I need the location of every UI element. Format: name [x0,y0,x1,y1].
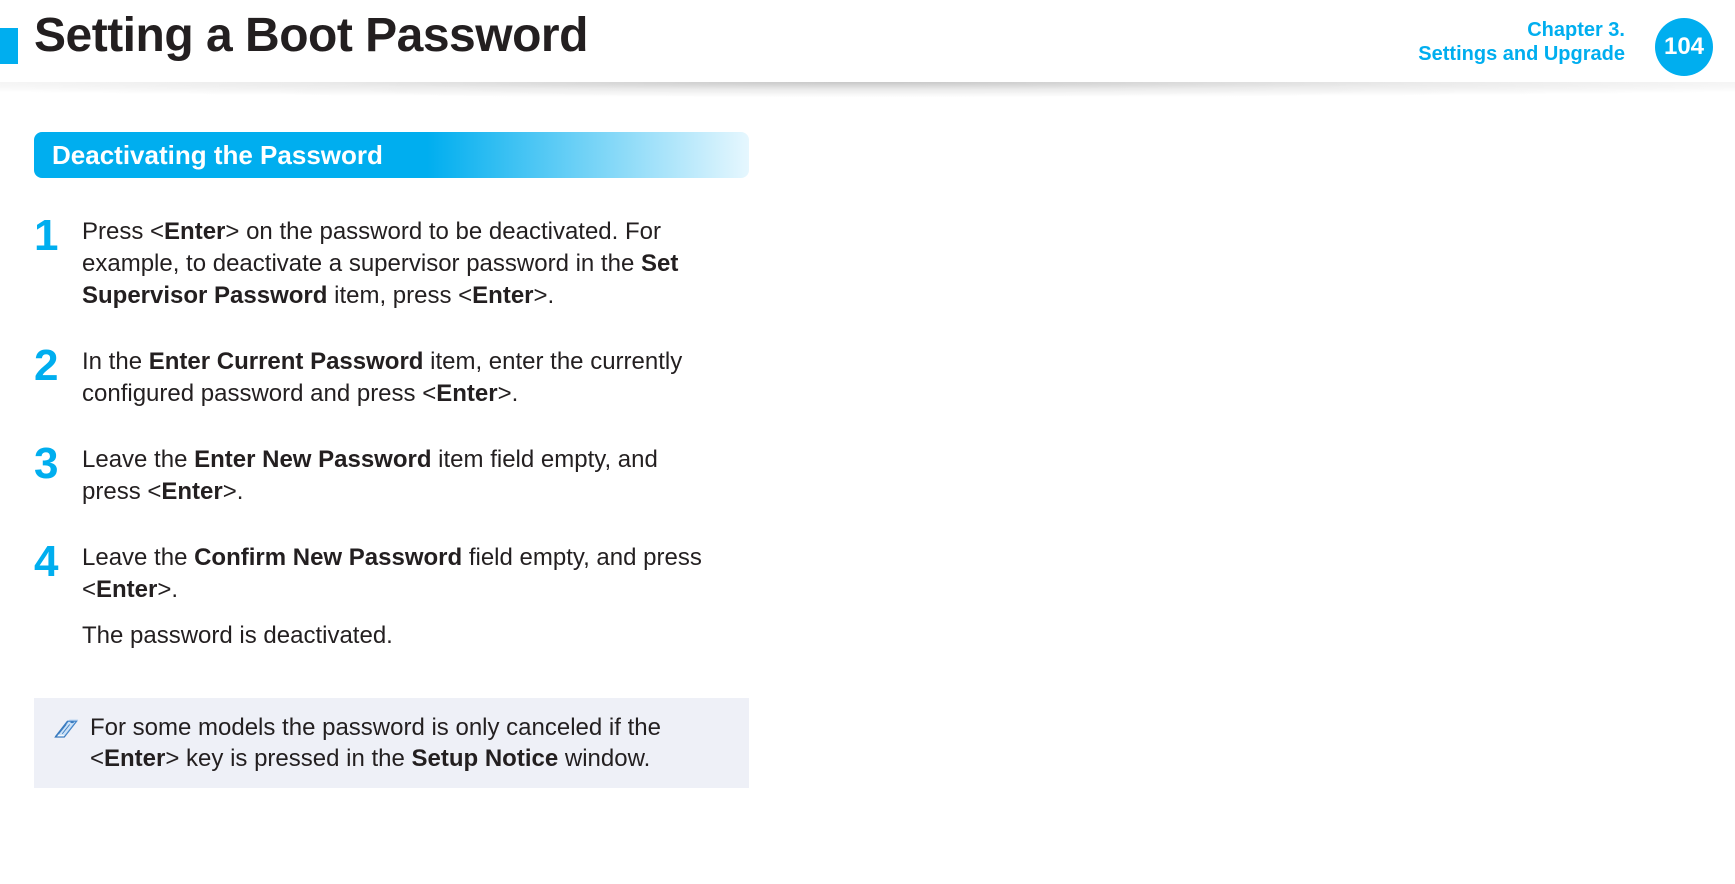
steps-list: 1 Press <Enter> on the password to be de… [34,216,760,658]
step-body: Press <Enter> on the password to be deac… [82,216,722,312]
content-column: Deactivating the Password 1 Press <Enter… [0,88,760,788]
step-number: 1 [34,216,82,256]
step-body: In the Enter Current Password item, ente… [82,346,722,410]
note-icon [52,716,80,744]
section-heading: Deactivating the Password [34,132,749,178]
step-number: 3 [34,444,82,484]
step-item: 1 Press <Enter> on the password to be de… [34,216,760,312]
header-shadow [0,82,1735,104]
title-accent-bar [0,28,18,64]
step-number: 4 [34,542,82,582]
step-body: Leave the Enter New Password item field … [82,444,722,508]
step-result-text: The password is deactivated. [82,620,722,652]
note-box: For some models the password is only can… [34,698,749,788]
page-number-badge: 104 [1655,18,1713,76]
page-header: Setting a Boot Password Chapter 3. Setti… [0,0,1735,88]
chapter-line-1: Chapter 3. [1418,18,1625,42]
step-item: 2 In the Enter Current Password item, en… [34,346,760,410]
note-text: For some models the password is only can… [90,712,733,774]
step-item: 3 Leave the Enter New Password item fiel… [34,444,760,508]
step-body: Leave the Confirm New Password field emp… [82,542,722,658]
chapter-line-2: Settings and Upgrade [1418,42,1625,66]
step-number: 2 [34,346,82,386]
step-text: Leave the Confirm New Password field emp… [82,542,722,606]
chapter-label: Chapter 3. Settings and Upgrade [1418,18,1625,66]
page-title: Setting a Boot Password [34,8,588,63]
step-item: 4 Leave the Confirm New Password field e… [34,542,760,658]
